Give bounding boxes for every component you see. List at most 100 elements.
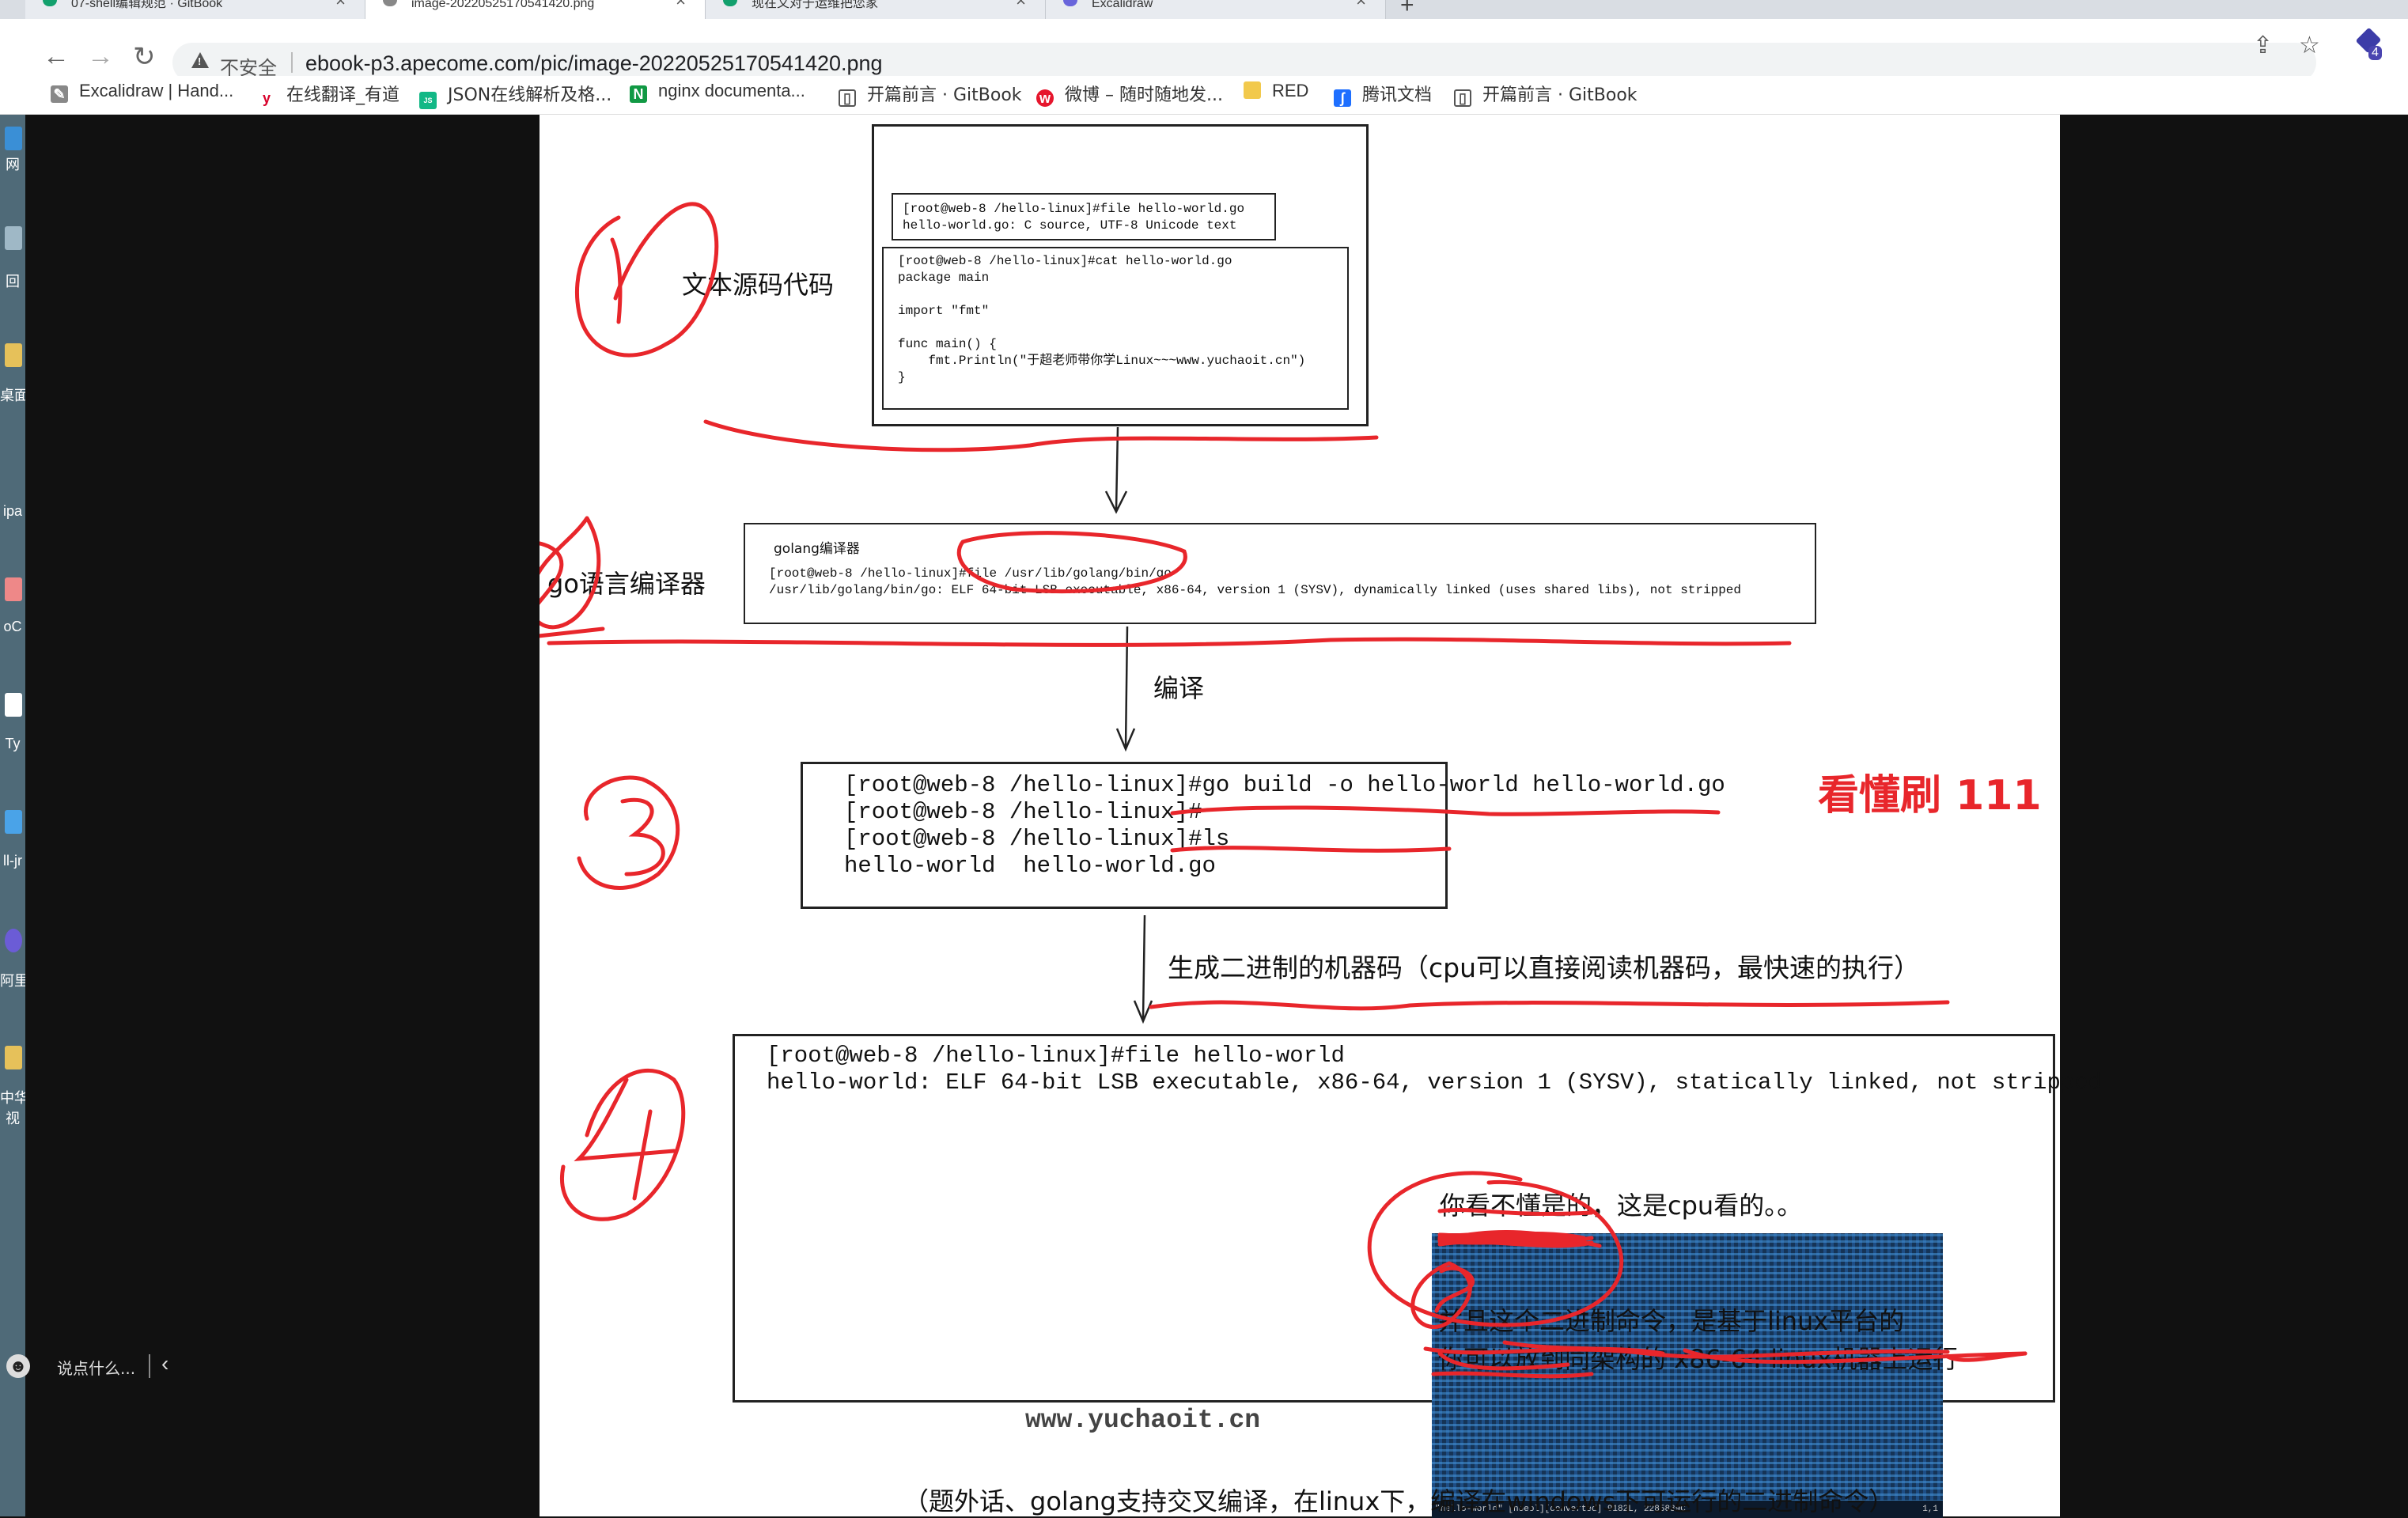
extension-badge: 4 [2368, 46, 2382, 60]
bookmark-label: Excalidraw | Hand... [79, 81, 234, 100]
close-icon[interactable]: × [1016, 0, 1026, 9]
bookmark-item[interactable]: w 微博 – 随时随地发... [1036, 81, 1223, 107]
circle-3 [577, 775, 680, 890]
bookmark-item[interactable]: ▯ 开篇前言 · GitBook [839, 81, 1022, 107]
smiley-icon[interactable]: ☻ [6, 1354, 30, 1378]
arrows [1104, 426, 1153, 1024]
folder-icon[interactable] [5, 1046, 22, 1069]
bookmark-item[interactable]: ▯ 开篇前言 · GitBook [1454, 81, 1638, 107]
bookmark-item[interactable]: RED [1244, 81, 1308, 101]
tab[interactable]: 现在又对于运维把您家 × [706, 0, 1046, 19]
tab-label: image-20220525170541420.png [411, 0, 595, 10]
image-favicon-icon [383, 0, 397, 6]
doc-favicon-icon [723, 0, 737, 6]
youdao-icon: y [262, 90, 271, 106]
circle-4 [560, 1069, 686, 1221]
desktop-sidebar: 此 网 回 桌面 ipa oC Ty ll-jr 阿里 中华 视 [0, 19, 25, 1516]
excalidraw-favicon-icon [1063, 0, 1077, 6]
back-icon[interactable]: ← [43, 41, 70, 72]
bookmarks-bar: ✎ Excalidraw | Hand... y 在线翻译_有道 JS JSON在线解… [0, 76, 2408, 115]
forward-icon[interactable]: → [87, 41, 114, 72]
desktop-item[interactable]: 网 [0, 153, 25, 174]
desktop-item[interactable]: Ty [0, 736, 25, 752]
bookmark-label: 腾讯文档 [1362, 85, 1433, 105]
desktop-item[interactable]: oC [0, 619, 25, 635]
share-icon[interactable]: ⇪ [2253, 32, 2273, 59]
bookmark-star-icon[interactable]: ☆ [2299, 32, 2320, 59]
chat-input[interactable]: 说点什么... [57, 1356, 135, 1379]
tab-label: 现在又对于运维把您家 [752, 0, 879, 10]
tab-label: Excalidraw [1092, 0, 1153, 10]
bookmark-label: 微博 – 随时随地发... [1065, 85, 1223, 105]
tab-strip: 07-shell编辑规范 · GitBook × image-202205251… [0, 0, 2408, 19]
underline [1149, 1000, 1950, 1011]
recycle-bin-icon[interactable] [5, 226, 22, 250]
numeral-4 [574, 1077, 676, 1201]
desktop-item[interactable]: 中华 [0, 1087, 25, 1107]
reload-icon[interactable]: ↻ [133, 41, 156, 73]
gitbook-icon: ▯ [1454, 89, 1471, 107]
tab[interactable]: 07-shell编辑规范 · GitBook × [25, 0, 365, 19]
divider [149, 1354, 150, 1378]
page-margin-right [2060, 115, 2408, 1516]
bookmark-label: 开篇前言 · GitBook [1482, 85, 1638, 105]
url-text[interactable]: ebook-p3.apecome.com/pic/image-202205251… [305, 51, 883, 76]
close-icon[interactable]: × [335, 0, 346, 9]
numeral-5 [1434, 1266, 1475, 1313]
gitbook-favicon-icon [43, 0, 57, 6]
circle-2 [540, 516, 601, 630]
arrow-down-icon [1133, 914, 1153, 1024]
tencent-docs-icon: ʃ [1334, 89, 1351, 107]
bookmark-item[interactable]: ʃ 腾讯文档 [1334, 81, 1432, 107]
diagram-ink-layer [540, 202, 2027, 1379]
excalidraw-icon: ✎ [51, 85, 68, 103]
desktop-item[interactable]: 视 [0, 1107, 25, 1128]
underline [1170, 846, 1452, 853]
underline [1437, 1351, 1570, 1371]
app-icon[interactable] [5, 810, 22, 834]
bookmark-item[interactable]: y 在线翻译_有道 [258, 81, 399, 107]
numeral-3 [620, 797, 665, 876]
divider [291, 52, 293, 73]
chat-widget[interactable]: ☻ 说点什么... ‹ [0, 1345, 190, 1389]
app-icon[interactable] [5, 929, 22, 952]
desktop-item[interactable]: 阿里 [0, 970, 25, 990]
underline [1170, 805, 1721, 816]
gitbook-icon: ▯ [839, 89, 856, 107]
desktop-item[interactable]: ipa [0, 503, 25, 520]
underline [547, 637, 1792, 647]
app-icon[interactable] [5, 577, 22, 601]
bookmark-item[interactable]: Nnginx documenta... [630, 81, 805, 103]
bookmark-label: nginx documenta... [658, 81, 805, 100]
bookmark-label: 在线翻译_有道 [286, 85, 400, 105]
desktop-item[interactable]: 回 [0, 271, 25, 291]
bookmark-label: RED [1272, 81, 1309, 100]
tab[interactable]: Excalidraw × [1046, 0, 1386, 19]
new-tab-button[interactable]: + [1400, 0, 1414, 19]
binary-circle [1367, 1171, 1624, 1327]
highlight-circle [956, 531, 1187, 594]
bookmark-item[interactable]: ✎ Excalidraw | Hand... [51, 81, 233, 103]
close-icon[interactable]: × [676, 0, 686, 9]
json-icon: JS [419, 92, 437, 109]
bookmark-label: 开篇前言 · GitBook [867, 85, 1022, 105]
bookmark-label: JSON在线解析及格... [448, 85, 612, 105]
desktop-item[interactable]: 桌面 [0, 384, 25, 405]
nginx-icon: N [630, 85, 647, 103]
circle-1 [574, 202, 719, 358]
tab-active[interactable]: image-20220525170541420.png × [365, 0, 706, 19]
folder-icon[interactable] [5, 343, 22, 367]
numeral-1 [610, 237, 623, 324]
underline [703, 419, 1379, 452]
displayed-image: 文本源码代码 [root@web-8 /hello-linux]#file he… [540, 115, 2102, 1518]
tab-label: 07-shell编辑规范 · GitBook [71, 0, 223, 10]
typora-icon[interactable] [5, 693, 22, 717]
bookmark-item[interactable]: JS JSON在线解析及格... [419, 81, 611, 109]
underline [1437, 1208, 1594, 1216]
warning-icon[interactable] [191, 52, 209, 68]
desktop-icon[interactable] [5, 127, 22, 150]
red-annotations [540, 202, 2027, 1379]
close-icon[interactable]: × [1356, 0, 1366, 9]
desktop-item[interactable]: ll-jr [0, 853, 25, 869]
chevron-left-icon[interactable]: ‹ [161, 1351, 168, 1376]
